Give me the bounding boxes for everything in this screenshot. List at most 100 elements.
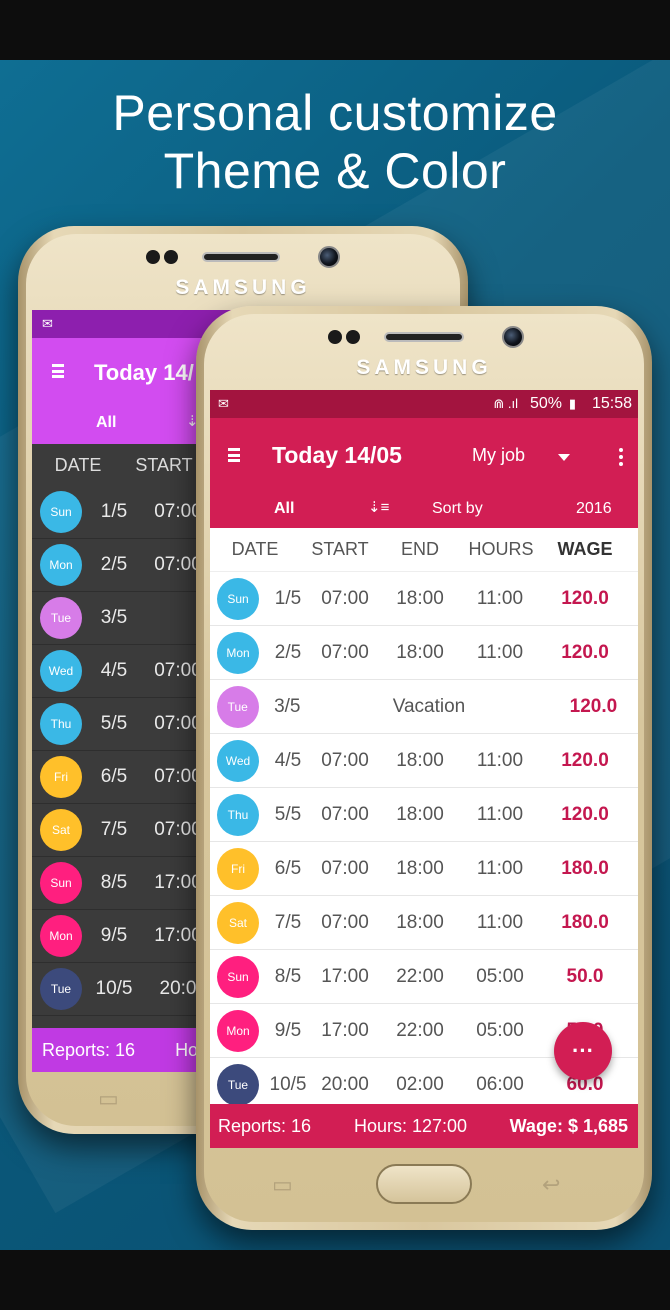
hours-total: Ho [175,1039,199,1060]
weekday-badge: Sun [40,491,82,533]
column-hours[interactable]: HOURS [460,539,542,560]
table-row[interactable]: Sun 1/5 07:00 18:00 11:00 120.0 [210,572,638,626]
recents-key[interactable]: ▭ [98,1086,119,1112]
weekday-badge: Sat [217,901,259,944]
row-end: 22:00 [396,1019,444,1041]
home-button[interactable] [376,1164,472,1204]
row-start: 07:00 [321,857,369,879]
sensor-dot [328,330,342,344]
table-row[interactable]: Wed 4/5 07:00 18:00 11:00 120.0 [210,734,638,788]
row-end: 18:00 [396,587,444,609]
row-date: 10/5 [269,1073,307,1095]
status-bar: ✉ ⋒ .ıl 50% ▮ 15:58 [210,390,638,418]
page-title: Today 14/ [94,360,194,385]
row-hours: 06:00 [476,1073,524,1095]
back-key[interactable]: ↩ [542,1172,560,1198]
table-row[interactable]: Sat 7/5 07:00 18:00 11:00 180.0 [210,896,638,950]
row-start: 07:00 [321,911,369,933]
menu-icon[interactable] [228,448,240,462]
table-row[interactable]: Sun 8/5 17:00 22:00 05:00 50.0 [210,950,638,1004]
row-date: 5/5 [100,713,128,734]
weekday-badge: Sun [217,955,259,998]
filter-all[interactable]: All [96,414,116,432]
weekday-badge: Mon [40,544,82,586]
summary-footer: Reports: 16 Hours: 127:00 Wage: $ 1,685 [210,1104,638,1148]
row-end: 02:00 [396,1073,444,1095]
row-hours: 11:00 [476,641,524,663]
chevron-down-icon[interactable] [558,454,570,461]
column-date[interactable]: DATE [32,455,124,476]
column-start[interactable]: START [124,455,204,476]
weekday-badge: Mon [40,915,82,957]
row-end: 18:00 [396,641,444,663]
weekday-badge: Mon [217,1009,259,1052]
row-hours: 05:00 [476,965,524,987]
menu-icon[interactable] [52,364,64,378]
row-date: 4/5 [274,749,302,771]
row-date: 1/5 [100,501,128,522]
row-date: 6/5 [274,857,302,879]
headline-line1: Personal customize [112,85,558,141]
row-start: 20:00 [321,1073,369,1095]
earpiece-speaker [384,332,464,342]
row-date: 1/5 [274,587,302,609]
weekday-badge: Wed [40,650,82,692]
row-date: 8/5 [100,872,128,893]
row-date: 5/5 [274,803,302,825]
app-bar: Today 14/05 My job All ⇣≡ Sort by 2016 [210,418,638,528]
column-date[interactable]: DATE [210,539,300,560]
front-phone: SAMSUNG ✉ ⋒ .ıl 50% ▮ 15:58 Today 14/05 … [196,306,652,1230]
brand-logo: SAMSUNG [175,276,311,299]
hours-total: Hours: 127:00 [354,1115,468,1136]
row-wage: 120.0 [561,587,609,609]
weekday-badge: Tue [40,597,82,639]
row-date: 6/5 [100,766,128,787]
row-wage: 120.0 [561,749,609,771]
row-date: 7/5 [100,819,128,840]
sort-by[interactable]: Sort by [432,500,483,518]
table-row[interactable]: Mon 2/5 07:00 18:00 11:00 120.0 [210,626,638,680]
row-end: 18:00 [396,857,444,879]
headline-line2: Theme & Color [163,143,507,199]
more-actions-fab[interactable]: ··· [554,1022,612,1080]
reports-count: Reports: 16 [42,1039,136,1060]
weekday-badge: Tue [40,968,82,1010]
weekday-badge: Tue [217,1063,259,1106]
row-hours: 11:00 [476,911,524,933]
row-date: 4/5 [100,660,128,681]
wifi-signal-icon: ⋒ .ıl [493,396,518,411]
year-selector[interactable]: 2016 [576,500,612,518]
page-title: Today 14/05 [272,442,402,468]
row-wage: 50.0 [566,965,604,987]
table-row[interactable]: Fri 6/5 07:00 18:00 11:00 180.0 [210,842,638,896]
front-camera [318,246,340,268]
battery-icon: ▮ [568,396,576,411]
more-options-icon[interactable] [619,455,623,459]
clock: 15:58 [591,395,632,412]
promo-background: Personal customize Theme & Color SAMSUNG… [0,60,670,1250]
earpiece-speaker [202,252,280,262]
front-camera [502,326,524,348]
wage-total: Wage: $ 1,685 [509,1115,628,1136]
column-end[interactable]: END [380,539,460,560]
column-wage[interactable]: WAGE [542,539,628,560]
column-start[interactable]: START [300,539,380,560]
row-end: 18:00 [396,749,444,771]
row-hours: 11:00 [476,857,524,879]
row-start: 17:00 [321,1019,369,1041]
row-note: Vacation [392,695,466,717]
filter-all[interactable]: All [274,500,294,518]
row-wage: 180.0 [561,857,609,879]
sort-order-icon[interactable]: ⇣≡ [368,498,389,516]
row-end: 18:00 [396,803,444,825]
recents-key[interactable]: ▭ [272,1172,293,1198]
table-row[interactable]: Thu 5/5 07:00 18:00 11:00 120.0 [210,788,638,842]
row-date: 2/5 [100,554,128,575]
row-date: 9/5 [274,1019,302,1041]
row-date: 2/5 [274,641,302,663]
weekday-badge: Sun [217,577,259,620]
table-row[interactable]: Tue 3/5 Vacation 120.0 [210,680,638,734]
job-selector[interactable]: My job [472,445,525,466]
row-date: 8/5 [274,965,302,987]
row-date: 9/5 [100,925,128,946]
